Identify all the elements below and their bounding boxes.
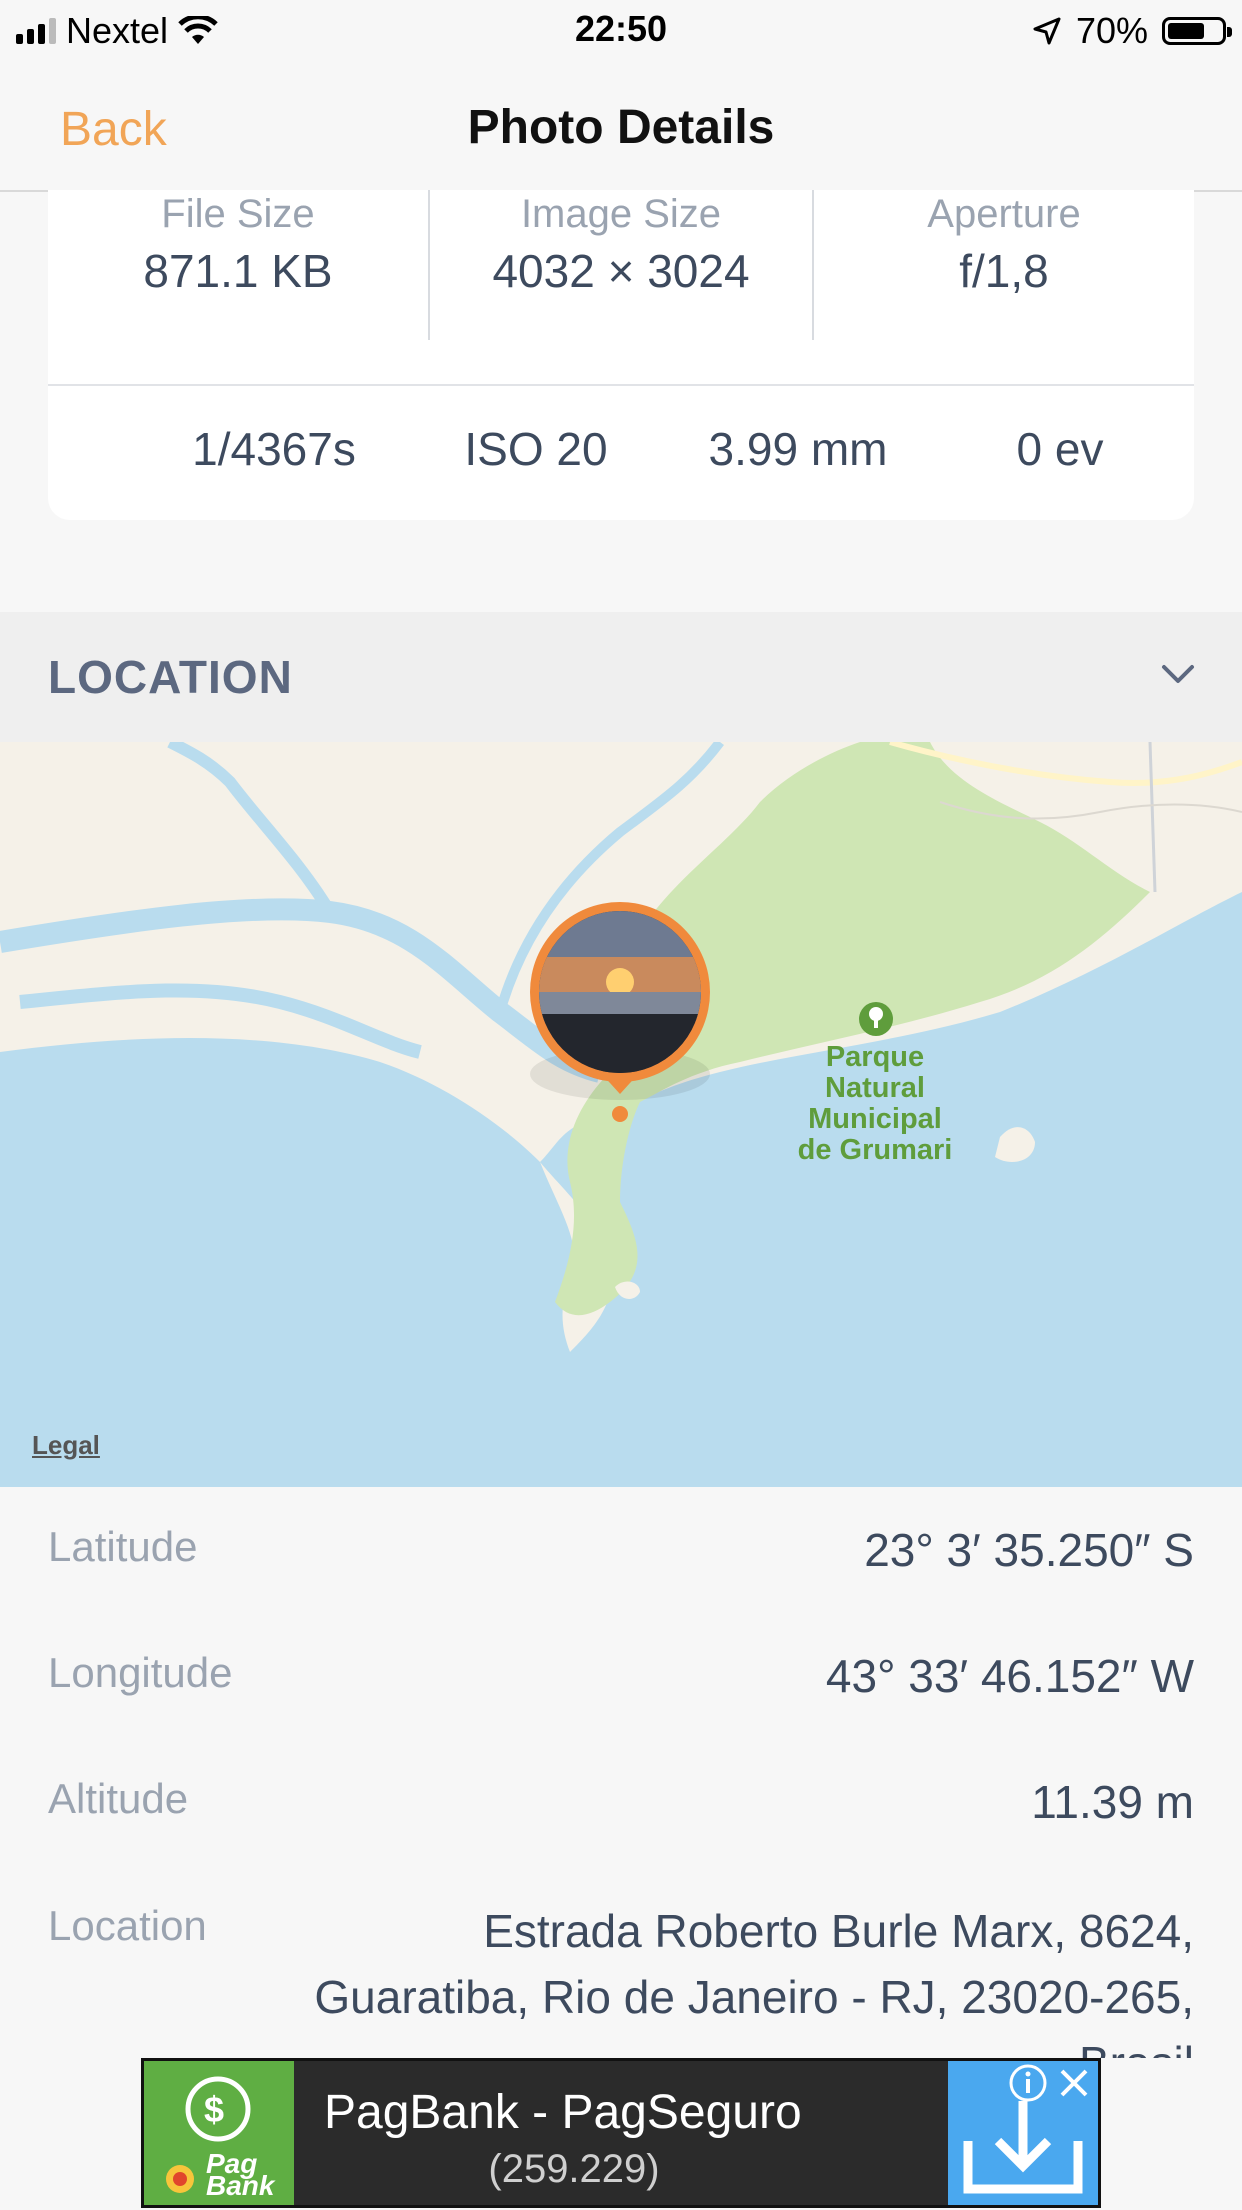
file-size-label: File Size	[161, 192, 315, 236]
altitude-label: Altitude	[48, 1775, 189, 1822]
divider	[428, 190, 430, 340]
exif-card: File Size 871.1 KB Image Size 4032 × 302…	[48, 190, 1194, 520]
focal-length-value: 3.99 mm	[708, 423, 888, 475]
status-bar: Nextel 22:50 70%	[0, 0, 1242, 62]
location-address: Estrada Roberto Burle Marx, 8624, Guarat…	[314, 1905, 1194, 2058]
ad-app-name: PagBank - PagSeguro	[324, 2086, 802, 2139]
navigation-bar: Back Photo Details	[0, 62, 1242, 192]
image-size-stat: Image Size 4032 × 3024	[431, 190, 811, 304]
altitude-value: 11.39 m	[1031, 1776, 1194, 1828]
image-size-value: 4032 × 3024	[492, 245, 750, 297]
exposure-bias-value: 0 ev	[1016, 423, 1104, 475]
longitude-value: 43° 33′ 46.152″ W	[825, 1650, 1194, 1702]
location-label: Location	[48, 1902, 207, 1949]
longitude-label: Longitude	[48, 1649, 233, 1696]
chevron-down-icon[interactable]	[1158, 654, 1198, 694]
ad-rating-count: (259.229)	[488, 2147, 660, 2191]
divider	[48, 384, 1194, 386]
iso-value: ISO 20	[464, 423, 608, 475]
park-label: Parque Natural Municipal de Grumari	[797, 1041, 953, 1166]
page-title: Photo Details	[467, 101, 775, 154]
map-graphic	[0, 742, 1242, 1352]
ad-info-icon[interactable]	[1008, 2063, 1048, 2103]
shutter-speed-value: 1/4367s	[192, 423, 356, 475]
pagbank-logo-symbol: $	[204, 2089, 225, 2130]
ad-banner[interactable]: $ Pag Bank PagBank - PagSeguro (259.229)	[141, 2058, 1101, 2208]
ad-close-icon[interactable]	[1056, 2065, 1092, 2101]
battery-icon	[1162, 17, 1232, 45]
latitude-value: 23° 3′ 35.250″ S	[864, 1524, 1194, 1576]
location-section-title: LOCATION	[48, 651, 293, 703]
battery-percent: 70%	[1075, 10, 1148, 51]
aperture-label: Aperture	[927, 192, 1081, 236]
aperture-value: f/1,8	[959, 245, 1049, 297]
image-size-label: Image Size	[520, 192, 722, 236]
location-arrow-icon	[1033, 17, 1061, 45]
file-size-stat: File Size 871.1 KB	[48, 190, 428, 304]
file-size-value: 871.1 KB	[143, 245, 333, 297]
location-section-header[interactable]: LOCATION	[0, 612, 1242, 742]
status-right: 70%	[1032, 8, 1232, 54]
latitude-label: Latitude	[48, 1523, 198, 1570]
legal-link[interactable]: Legal	[32, 1430, 100, 1461]
location-map[interactable]: Parque Natural Municipal de Grumari Lega…	[0, 742, 1242, 1487]
aperture-stat: Aperture f/1,8	[814, 190, 1194, 304]
